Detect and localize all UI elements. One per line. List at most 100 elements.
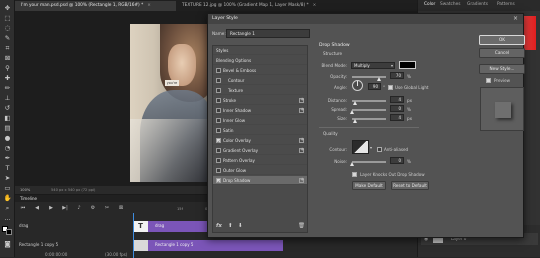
document-tab-inactive[interactable]: TEXTURE 12.jpg @ 100% (Gradient Map 1, L…	[176, 1, 346, 11]
background-color-swatch[interactable]	[6, 229, 12, 235]
style-item[interactable]: Contour	[213, 76, 307, 85]
rectangle-tool-icon[interactable]: ▭	[3, 184, 12, 192]
dodge-tool-icon[interactable]: ◔	[3, 144, 12, 152]
style-checkbox[interactable]	[216, 158, 221, 163]
style-item[interactable]: Inner Shadow +	[213, 106, 307, 115]
noise-slider-knob[interactable]	[350, 162, 354, 166]
add-style-icon[interactable]: +	[299, 98, 304, 103]
first-frame-icon[interactable]: ⏮	[19, 204, 27, 212]
add-style-icon[interactable]: +	[299, 108, 304, 113]
style-checkbox[interactable]	[216, 148, 221, 153]
style-item[interactable]: Drop Shadow +	[213, 176, 307, 186]
settings-gear-icon[interactable]: ⚙	[89, 204, 97, 212]
zoom-level[interactable]: 100%	[20, 186, 30, 194]
size-slider-knob[interactable]	[353, 119, 357, 123]
type-tool-icon[interactable]: T	[3, 164, 12, 172]
opacity-field[interactable]: 70	[390, 72, 404, 79]
opacity-slider-knob[interactable]	[377, 77, 381, 81]
move-down-icon[interactable]: ⬇	[238, 223, 243, 229]
add-style-icon[interactable]: +	[299, 148, 304, 153]
timeline-clip[interactable]: Rectangle 1 copy 5	[133, 240, 283, 251]
split-icon[interactable]: ✂	[103, 204, 111, 212]
move-up-icon[interactable]: ⬆	[228, 223, 233, 229]
layer-name-input[interactable]: Rectangle 1	[226, 29, 310, 38]
move-tool-icon[interactable]: ✥	[3, 4, 12, 12]
path-select-tool-icon[interactable]: ➤	[3, 174, 12, 182]
style-item[interactable]: Inner Glow	[213, 116, 307, 125]
transition-icon[interactable]: ⊠	[117, 204, 125, 212]
document-tab-active[interactable]: I'm your man.psd.psd @ 100% (Rectangle 1…	[15, 1, 176, 11]
style-checkbox[interactable]	[216, 88, 221, 93]
lasso-tool-icon[interactable]: ◌	[3, 24, 12, 32]
chevron-down-icon[interactable]: ▾	[370, 145, 372, 150]
add-style-icon[interactable]: +	[299, 138, 304, 143]
style-checkbox[interactable]	[216, 137, 221, 146]
style-checkbox[interactable]	[216, 168, 221, 173]
frame-tool-icon[interactable]: ⊠	[3, 54, 12, 62]
playhead[interactable]	[133, 213, 134, 258]
style-item[interactable]: Pattern Overlay	[213, 156, 307, 165]
track-label[interactable]: drag	[19, 223, 28, 228]
spread-slider[interactable]	[352, 109, 386, 111]
style-item[interactable]: Color Overlay +	[213, 136, 307, 146]
reset-to-default-button[interactable]: Reset to Default	[391, 181, 429, 190]
next-frame-icon[interactable]: ▶|	[61, 204, 69, 212]
tab-swatches[interactable]: Swatches	[440, 2, 461, 7]
play-icon[interactable]: ▶	[47, 204, 55, 212]
style-checkbox[interactable]	[216, 98, 221, 103]
trash-icon[interactable]: 🗑	[298, 223, 305, 229]
document-canvas-image[interactable]	[130, 24, 210, 182]
size-field[interactable]: 4	[390, 114, 404, 121]
close-icon[interactable]: ×	[313, 3, 317, 8]
style-item[interactable]: Blending Options	[213, 56, 307, 65]
style-checkbox[interactable]	[216, 118, 221, 123]
quick-mask-icon[interactable]: ◙	[3, 240, 12, 248]
style-checkbox[interactable]	[216, 177, 221, 186]
clone-stamp-tool-icon[interactable]: ⊥	[3, 94, 12, 102]
close-icon[interactable]: ×	[513, 14, 518, 24]
size-slider[interactable]	[352, 118, 386, 120]
style-item[interactable]: Satin	[213, 126, 307, 135]
healing-brush-tool-icon[interactable]: ✚	[3, 74, 12, 82]
ok-button[interactable]: OK	[479, 35, 525, 45]
style-checkbox[interactable]	[216, 78, 221, 83]
style-item[interactable]: Outer Glow	[213, 166, 307, 175]
cancel-button[interactable]: Cancel	[479, 48, 525, 58]
noise-slider[interactable]	[352, 161, 386, 163]
distance-slider[interactable]	[352, 100, 386, 102]
shadow-color-swatch[interactable]	[399, 61, 416, 69]
distance-field[interactable]: 4	[390, 96, 404, 103]
style-checkbox[interactable]	[216, 68, 221, 73]
contour-picker[interactable]	[352, 140, 369, 154]
style-item[interactable]: Stroke +	[213, 96, 307, 105]
audio-icon[interactable]: ♪	[75, 204, 83, 212]
marquee-tool-icon[interactable]: ⬚	[3, 14, 12, 22]
blend-mode-select[interactable]: Multiply	[351, 62, 395, 69]
preview-checkbox[interactable]	[486, 78, 491, 83]
fx-icon[interactable]: fx	[216, 223, 222, 229]
previous-frame-icon[interactable]: ◀	[33, 204, 41, 212]
style-item[interactable]: Gradient Overlay +	[213, 146, 307, 155]
new-style-button[interactable]: New Style...	[479, 64, 525, 74]
track-label[interactable]: Rectangle 1 copy 5	[19, 242, 58, 247]
brush-tool-icon[interactable]: ✏	[3, 84, 12, 92]
close-icon[interactable]: ×	[147, 3, 151, 8]
style-item[interactable]: Bevel & Emboss	[213, 66, 307, 75]
gradient-tool-icon[interactable]: ▤	[3, 124, 12, 132]
style-item[interactable]: Texture	[213, 86, 307, 95]
noise-field[interactable]: 0	[390, 157, 404, 164]
add-style-icon[interactable]: +	[299, 178, 304, 183]
use-global-light-checkbox[interactable]	[388, 85, 393, 90]
spread-field[interactable]: 0	[390, 105, 404, 112]
anti-aliased-checkbox[interactable]	[377, 147, 382, 152]
layer-knocks-out-checkbox[interactable]	[352, 172, 357, 177]
quick-select-tool-icon[interactable]: ✎	[3, 34, 12, 42]
spread-slider-knob[interactable]	[350, 110, 354, 114]
more-tools-icon[interactable]: …	[3, 214, 12, 222]
angle-dial[interactable]	[352, 80, 363, 91]
zoom-tool-icon[interactable]: ⌕	[3, 204, 12, 212]
tab-gradients[interactable]: Gradients	[467, 2, 488, 7]
make-default-button[interactable]: Make Default	[352, 181, 386, 190]
eraser-tool-icon[interactable]: ◧	[3, 114, 12, 122]
distance-slider-knob[interactable]	[353, 101, 357, 105]
